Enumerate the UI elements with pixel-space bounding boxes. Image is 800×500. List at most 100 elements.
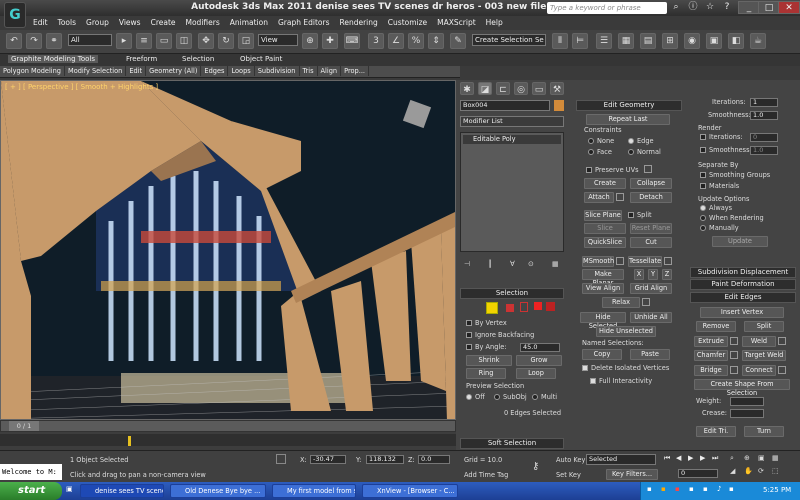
previous-frame-icon[interactable]: ◀: [676, 454, 681, 462]
orbit-icon[interactable]: ⟳: [758, 467, 764, 475]
edit-tri-button[interactable]: Edit Tri.: [696, 426, 736, 437]
key-filters-button[interactable]: Key Filters...: [606, 469, 658, 480]
edit-geometry-header[interactable]: Edit Geometry: [576, 100, 682, 111]
selection-filter-dropdown[interactable]: All: [68, 34, 112, 46]
task-my-first-model[interactable]: My first model from s...: [272, 484, 356, 498]
info-icon[interactable]: ⓘ: [686, 1, 700, 14]
ribbon-geometry-all[interactable]: Geometry (All): [146, 66, 202, 76]
display-tab-icon[interactable]: ▭: [532, 82, 546, 95]
materials-checkbox[interactable]: Materials: [700, 182, 739, 190]
cut-button[interactable]: Cut: [630, 237, 672, 248]
hide-selected-button[interactable]: Hide Selected: [580, 312, 626, 330]
tray-icon[interactable]: ▪: [689, 485, 694, 493]
tray-icon[interactable]: ▪: [675, 485, 680, 493]
angle-snap-icon[interactable]: ∠: [388, 33, 404, 49]
border-mode-icon[interactable]: [520, 302, 528, 312]
ribbon-edges[interactable]: Edges: [201, 66, 229, 76]
planar-y-button[interactable]: Y: [648, 269, 658, 280]
search-input[interactable]: Type a keyword or phrase: [547, 2, 667, 14]
ribbon-align[interactable]: Align: [318, 66, 342, 76]
modify-tab-icon[interactable]: ◪: [478, 82, 492, 95]
preserve-uvs-settings-icon[interactable]: [644, 165, 652, 173]
star-icon[interactable]: ☆: [703, 1, 717, 14]
hide-unselected-button[interactable]: Hide Unselected: [596, 326, 656, 337]
menu-tools[interactable]: Tools: [53, 16, 81, 27]
vertex-mode-icon[interactable]: [486, 302, 498, 314]
zoom-icon[interactable]: ⌕: [730, 454, 734, 463]
grid-align-button[interactable]: Grid Align: [630, 283, 672, 294]
task-xnview[interactable]: XnView - [Browser - C...: [362, 484, 458, 498]
object-name-field[interactable]: Box004: [460, 100, 550, 111]
task-old-denese[interactable]: Old Denese Bye bye ...: [170, 484, 266, 498]
keyboard-shortcut-icon[interactable]: ⌨: [344, 33, 360, 49]
maximize-button[interactable]: □: [758, 1, 780, 14]
turn-button[interactable]: Turn: [744, 426, 784, 437]
copy-button[interactable]: Copy: [582, 349, 622, 360]
ring-button[interactable]: Ring: [466, 368, 506, 379]
render-iterations-spinner[interactable]: 0: [750, 133, 778, 142]
select-object-icon[interactable]: ▸: [116, 33, 132, 49]
layer-manager-icon[interactable]: ☰: [596, 33, 612, 49]
menu-views[interactable]: Views: [114, 16, 146, 27]
angle-spinner[interactable]: 45.0: [520, 343, 560, 352]
weld-button[interactable]: Weld: [742, 336, 776, 347]
menu-modifiers[interactable]: Modifiers: [181, 16, 225, 27]
search-icon[interactable]: ⌕: [669, 1, 683, 14]
menu-customize[interactable]: Customize: [383, 16, 432, 27]
iterations-spinner[interactable]: 1: [750, 98, 778, 107]
target-weld-button[interactable]: Target Weld: [742, 350, 786, 361]
preserve-uvs-checkbox[interactable]: Preserve UVs: [586, 166, 639, 174]
keyframe-marker[interactable]: [128, 436, 131, 446]
render-setup-icon[interactable]: ▣: [706, 33, 722, 49]
quick-launch-icon[interactable]: ▣: [66, 485, 78, 497]
planar-z-button[interactable]: Z: [662, 269, 672, 280]
track-bar[interactable]: [0, 434, 456, 446]
preview-off-radio[interactable]: Off: [466, 393, 485, 401]
remove-button[interactable]: Remove: [696, 321, 736, 332]
extrude-settings-icon[interactable]: [730, 337, 738, 345]
task-3ds-max[interactable]: denise sees TV scene...: [80, 484, 164, 498]
modifier-list-dropdown[interactable]: Modifier List: [460, 116, 564, 127]
paste-button[interactable]: Paste: [630, 349, 670, 360]
material-editor-icon[interactable]: ◉: [684, 33, 700, 49]
menu-help[interactable]: Help: [481, 16, 508, 27]
menu-create[interactable]: Create: [146, 16, 181, 27]
redo-icon[interactable]: ↷: [26, 33, 42, 49]
edge-mode-icon[interactable]: [506, 304, 514, 312]
shrink-button[interactable]: Shrink: [466, 355, 512, 366]
configure-sets-icon[interactable]: ▦: [552, 260, 559, 268]
link-icon[interactable]: ⚭: [46, 33, 62, 49]
edit-edges-header[interactable]: Edit Edges: [690, 292, 796, 303]
insert-vertex-button[interactable]: Insert Vertex: [700, 307, 784, 318]
by-vertex-checkbox[interactable]: By Vertex: [466, 319, 507, 327]
make-planar-button[interactable]: Make Planar: [582, 269, 624, 287]
create-tab-icon[interactable]: ✱: [460, 82, 474, 95]
make-unique-icon[interactable]: ∀: [510, 260, 515, 268]
move-icon[interactable]: ✥: [198, 33, 214, 49]
connect-settings-icon[interactable]: [778, 366, 786, 374]
bridge-settings-icon[interactable]: [730, 366, 738, 374]
window-crossing-icon[interactable]: ◫: [176, 33, 192, 49]
unhide-all-button[interactable]: Unhide All: [630, 312, 672, 323]
rotate-icon[interactable]: ↻: [218, 33, 234, 49]
help-icon[interactable]: ?: [720, 1, 734, 14]
menu-rendering[interactable]: Rendering: [334, 16, 382, 27]
time-slider-thumb[interactable]: 0 / 1: [9, 421, 39, 431]
tessellate-button[interactable]: Tessellate: [628, 256, 662, 267]
msmooth-settings-icon[interactable]: [616, 257, 624, 265]
key-icon[interactable]: ⚷: [532, 461, 539, 472]
chamfer-settings-icon[interactable]: [730, 351, 738, 359]
full-interactivity-checkbox[interactable]: Full Interactivity: [590, 377, 652, 385]
y-coordinate[interactable]: 118.132: [366, 455, 404, 464]
loop-button[interactable]: Loop: [516, 368, 556, 379]
ribbon-properties[interactable]: Prop...: [341, 66, 370, 76]
menu-animation[interactable]: Animation: [225, 16, 273, 27]
zoom-extents-all-icon[interactable]: ▦: [772, 454, 779, 462]
maximize-viewport-icon[interactable]: ⬚: [772, 467, 779, 475]
attach-button[interactable]: Attach: [584, 192, 614, 203]
chamfer-button[interactable]: Chamfer: [694, 350, 728, 361]
play-icon[interactable]: ▶: [688, 454, 693, 462]
constraint-normal-radio[interactable]: Normal: [628, 148, 661, 156]
constraint-none-radio[interactable]: None: [588, 137, 614, 145]
pin-stack-icon[interactable]: ⊣: [464, 260, 470, 268]
